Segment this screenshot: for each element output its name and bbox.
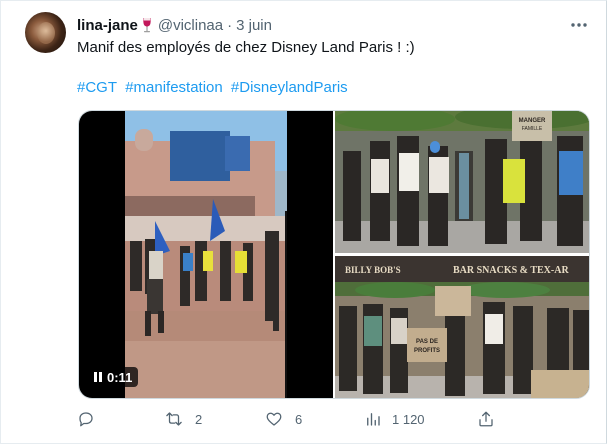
protest-sign-text-3: PAS DE bbox=[416, 339, 438, 345]
reply-icon bbox=[79, 412, 93, 427]
avatar[interactable] bbox=[25, 12, 66, 53]
avatar-face bbox=[37, 22, 55, 44]
media-grid: 0:11 MANGER FAMILLE BILLY BOB'S BAR SNAC… bbox=[78, 110, 590, 399]
user-handle[interactable]: @viclinaa bbox=[158, 17, 223, 34]
protest-sign-text-4: PROFITS bbox=[414, 348, 440, 354]
hashtag-link[interactable]: #CGT bbox=[77, 79, 117, 96]
hashtag-link[interactable]: #DisneylandParis bbox=[231, 79, 348, 96]
views-button[interactable]: 1 120 bbox=[364, 409, 425, 429]
tweet-card[interactable]: lina-jane @viclinaa · 3 juin Manif des e… bbox=[0, 0, 607, 444]
tweet-text: Manif des employés de chez Disney Land P… bbox=[77, 39, 415, 56]
share-icon bbox=[479, 411, 493, 427]
photo-top-right[interactable]: MANGER FAMILLE bbox=[335, 111, 589, 253]
display-name[interactable]: lina-jane bbox=[77, 17, 138, 34]
video-timer[interactable]: 0:11 bbox=[88, 367, 139, 387]
video-duration: 0:11 bbox=[107, 369, 133, 385]
separator-dot: · bbox=[227, 16, 233, 34]
tweet-header: lina-jane @viclinaa · 3 juin bbox=[77, 15, 272, 35]
reply-button[interactable] bbox=[77, 409, 107, 429]
retweet-count: 2 bbox=[195, 411, 203, 427]
hashtag-list: #CGT #manifestation #DisneylandParis bbox=[77, 78, 352, 98]
photo-bottom-right[interactable]: BILLY BOB'S BAR SNACKS & TEX-AR PAS DE P… bbox=[335, 256, 589, 398]
pause-icon[interactable] bbox=[94, 372, 102, 382]
video-frame bbox=[125, 111, 287, 398]
action-bar: 2 6 1 120 bbox=[77, 409, 577, 429]
video-player[interactable]: 0:11 bbox=[79, 111, 333, 398]
like-button[interactable]: 6 bbox=[265, 409, 302, 429]
more-options-icon[interactable] bbox=[569, 15, 589, 35]
hashtag-link[interactable]: #manifestation bbox=[125, 79, 223, 96]
analytics-icon bbox=[367, 413, 380, 426]
retweet-icon bbox=[166, 412, 182, 426]
banner-right: BAR SNACKS & TEX-AR bbox=[453, 265, 569, 276]
protest-sign-text: MANGER bbox=[519, 118, 546, 124]
banner-left: BILLY BOB'S bbox=[345, 265, 401, 275]
heart-icon bbox=[266, 412, 282, 426]
protest-photo-2: BILLY BOB'S BAR SNACKS & TEX-AR PAS DE P… bbox=[335, 256, 589, 398]
retweet-button[interactable]: 2 bbox=[165, 409, 202, 429]
protest-sign-text-2: FAMILLE bbox=[522, 126, 543, 132]
protest-photo-1: MANGER FAMILLE bbox=[335, 111, 589, 253]
views-count: 1 120 bbox=[392, 411, 425, 427]
share-button[interactable] bbox=[477, 409, 495, 429]
tweet-date[interactable]: 3 juin bbox=[236, 17, 272, 34]
like-count: 6 bbox=[295, 411, 303, 427]
wine-glass-icon bbox=[142, 18, 151, 33]
